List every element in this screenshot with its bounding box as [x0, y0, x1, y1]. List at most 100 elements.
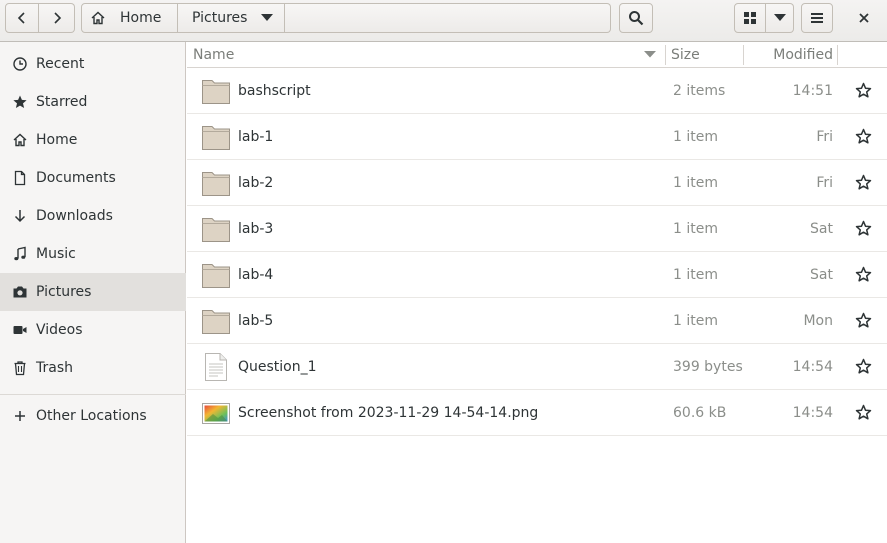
file-size: 2 items [673, 82, 726, 99]
column-size-label: Size [671, 46, 700, 63]
star-toggle-icon[interactable] [855, 82, 872, 99]
file-modified: Sat [810, 220, 833, 237]
sidebar-item-label: Trash [36, 360, 73, 376]
file-name: lab-4 [238, 266, 274, 283]
go-back-icon [17, 12, 25, 24]
image-file-icon [201, 398, 231, 428]
file-modified: 14:54 [792, 404, 833, 421]
sidebar-item-other-locations[interactable]: Other Locations [0, 397, 186, 435]
star-toggle-icon[interactable] [855, 174, 872, 191]
video-icon [12, 322, 28, 338]
file-modified: Mon [803, 312, 833, 329]
sidebar-item-documents[interactable]: Documents [0, 159, 186, 197]
main-menu-button[interactable] [801, 3, 833, 33]
file-size: 399 bytes [673, 358, 743, 375]
file-name: lab-1 [238, 128, 274, 145]
download-icon [12, 208, 28, 224]
file-modified: Fri [816, 128, 833, 145]
hamburger-icon [811, 13, 823, 23]
view-options-button[interactable] [766, 3, 794, 33]
sidebar-item-pictures[interactable]: Pictures [0, 273, 186, 311]
sidebar-separator [0, 394, 186, 395]
column-separator [743, 45, 744, 65]
star-toggle-icon[interactable] [855, 266, 872, 283]
location-bar-space[interactable] [285, 3, 611, 33]
sidebar-item-trash[interactable]: Trash [0, 349, 186, 387]
sidebar-item-label: Home [36, 132, 78, 148]
folder-icon [201, 76, 231, 106]
column-name-label: Name [193, 46, 235, 63]
header-bar: Home Pictures [0, 0, 887, 42]
chevron-down-icon[interactable] [261, 14, 274, 22]
file-size: 1 item [673, 312, 718, 329]
folder-icon [201, 214, 231, 244]
file-row[interactable]: bashscript 2 items 14:51 [187, 68, 887, 114]
grid-view-icon [744, 12, 756, 24]
column-header-row: Name Size Modified [187, 42, 887, 68]
sidebar-item-label: Recent [36, 56, 85, 72]
sidebar-item-videos[interactable]: Videos [0, 311, 186, 349]
file-name: bashscript [238, 82, 311, 99]
folder-icon [201, 260, 231, 290]
file-modified: Fri [816, 174, 833, 191]
star-toggle-icon[interactable] [855, 220, 872, 237]
sidebar-item-label: Downloads [36, 208, 113, 224]
home-icon [91, 11, 105, 25]
breadcrumb-home-label: Home [120, 10, 162, 26]
file-size: 1 item [673, 220, 718, 237]
column-header-name[interactable]: Name [193, 42, 665, 67]
sort-descending-icon [644, 51, 656, 58]
sidebar-item-downloads[interactable]: Downloads [0, 197, 186, 235]
column-separator [665, 45, 666, 65]
music-icon [12, 246, 28, 262]
sidebar-item-home[interactable]: Home [0, 121, 186, 159]
view-toggle-button[interactable] [734, 3, 766, 33]
text-file-icon [201, 352, 231, 382]
folder-icon [201, 168, 231, 198]
sidebar-item-label: Starred [36, 94, 88, 110]
file-modified: Sat [810, 266, 833, 283]
file-size: 1 item [673, 266, 718, 283]
star-toggle-icon[interactable] [855, 358, 872, 375]
file-name: lab-3 [238, 220, 274, 237]
file-name: lab-5 [238, 312, 274, 329]
file-row[interactable]: lab-5 1 item Mon [187, 298, 887, 344]
file-row[interactable]: Question_1 399 bytes 14:54 [187, 344, 887, 390]
sidebar-item-label: Pictures [36, 284, 92, 300]
folder-icon [201, 122, 231, 152]
sidebar-item-label: Documents [36, 170, 116, 186]
search-button[interactable] [619, 3, 653, 33]
file-name: Question_1 [238, 358, 317, 375]
camera-icon [12, 284, 28, 300]
clock-icon [12, 56, 28, 72]
file-row[interactable]: lab-1 1 item Fri [187, 114, 887, 160]
file-row[interactable]: lab-2 1 item Fri [187, 160, 887, 206]
document-icon [12, 170, 28, 186]
trash-icon [12, 360, 28, 376]
file-size: 1 item [673, 128, 718, 145]
sidebar-item-label: Other Locations [36, 408, 147, 424]
column-header-size[interactable]: Size [671, 42, 741, 67]
search-icon [629, 11, 644, 26]
breadcrumb-pictures[interactable]: Pictures [178, 3, 285, 33]
close-window-button[interactable] [846, 3, 882, 33]
star-toggle-icon[interactable] [855, 312, 872, 329]
go-forward-icon [53, 12, 61, 24]
plus-icon [12, 408, 28, 424]
back-button[interactable] [5, 3, 39, 33]
file-row[interactable]: Screenshot from 2023-11-29 14-54-14.png 6… [187, 390, 887, 436]
file-row[interactable]: lab-4 1 item Sat [187, 252, 887, 298]
sidebar-item-starred[interactable]: Starred [0, 83, 186, 121]
folder-icon [201, 306, 231, 336]
sidebar: Recent Starred Home Documents Downloads … [0, 42, 186, 543]
sidebar-item-recent[interactable]: Recent [0, 45, 186, 83]
chevron-down-icon [773, 14, 786, 21]
sidebar-item-music[interactable]: Music [0, 235, 186, 273]
file-row[interactable]: lab-3 1 item Sat [187, 206, 887, 252]
star-toggle-icon[interactable] [855, 128, 872, 145]
breadcrumb-home[interactable]: Home [81, 3, 178, 33]
file-size: 60.6 kB [673, 404, 727, 421]
column-header-modified[interactable]: Modified [747, 42, 833, 67]
star-toggle-icon[interactable] [855, 404, 872, 421]
forward-button[interactable] [39, 3, 75, 33]
